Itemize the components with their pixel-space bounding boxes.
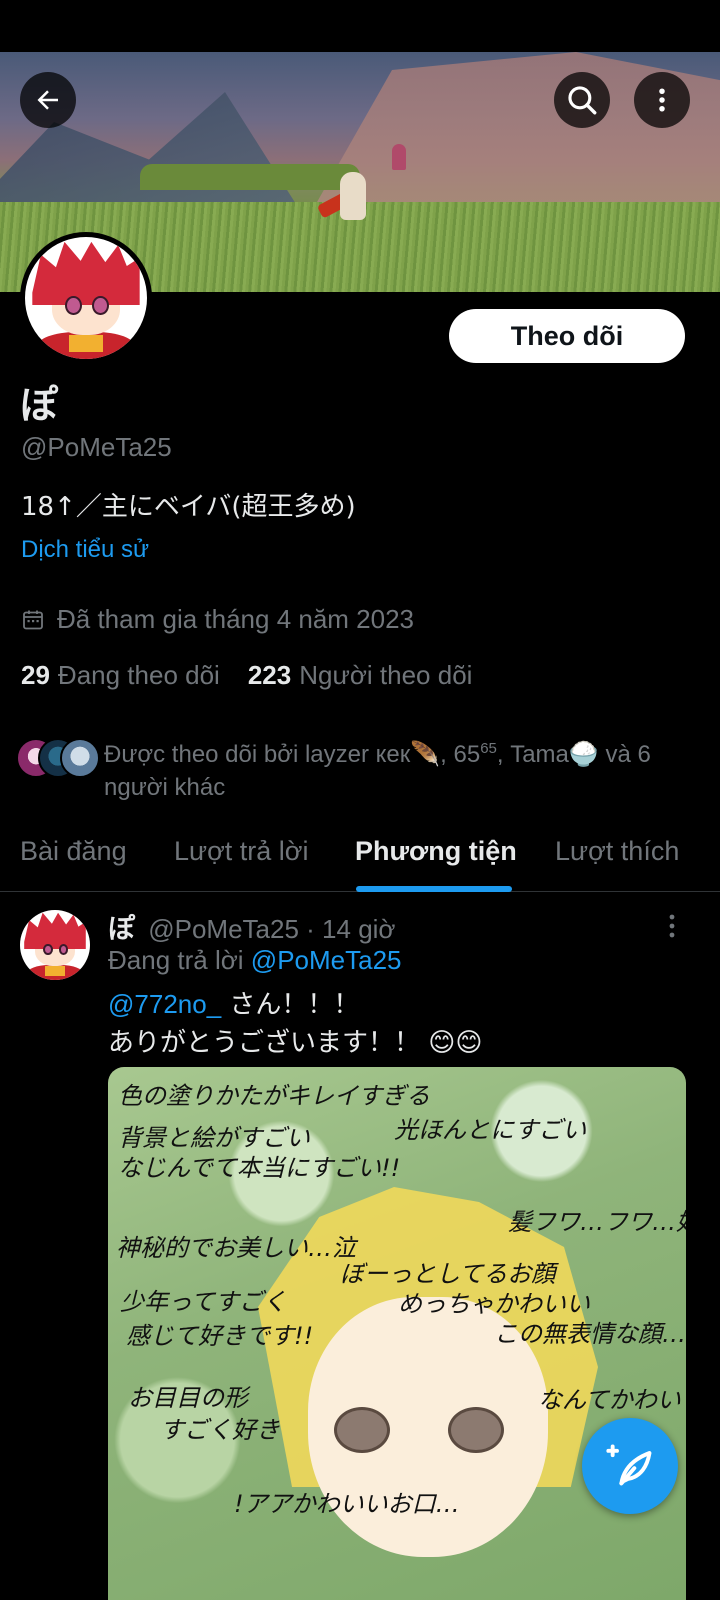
display-name: ぽ [20, 385, 59, 427]
media-note: 背景と絵がすごい [118, 1124, 310, 1152]
translate-bio-link[interactable]: Dịch tiểu sử [21, 536, 149, 564]
join-date: Đã tham gia tháng 4 năm 2023 [21, 604, 414, 635]
avatar-illustration [25, 237, 147, 359]
media-note: なんてかわいさ [538, 1386, 686, 1414]
status-bar [0, 0, 720, 52]
follower-avatar [60, 738, 100, 778]
post-body: @772no_ さん！！！ ありがとうございます！！ 😊😊 [108, 985, 482, 1062]
tab-likes[interactable]: Lượt thích [555, 836, 679, 867]
media-note: なじんでて本当にすごい!! [118, 1154, 401, 1182]
media-eye [334, 1407, 390, 1453]
search-button[interactable] [554, 72, 610, 128]
post-line-1: さん！！！ [221, 990, 360, 1020]
media-note: 感じて好きです!! [126, 1322, 314, 1350]
post-header: ぽ @PoMeTa25 · 14 giờ [108, 907, 395, 946]
following-stat[interactable]: 29 Đang theo dõi [21, 660, 220, 691]
follow-stats: 29 Đang theo dõi 223 Người theo dõi [21, 660, 472, 691]
profile-tabs: Bài đăng Lượt trả lời Phương tiện Lượt t… [0, 826, 720, 892]
back-button[interactable] [20, 72, 76, 128]
media-note: この無表情な顔…っ!! [494, 1320, 686, 1348]
replying-to-mention[interactable]: @PoMeTa25 [251, 945, 402, 975]
media-note: !アアかわいいお口… [234, 1490, 460, 1518]
tab-media[interactable]: Phương tiện [355, 836, 517, 867]
media-eye [448, 1407, 504, 1453]
replying-prefix: Đang trả lời [108, 945, 244, 975]
banner-ridge [140, 164, 360, 190]
followers-label: Người theo dõi [299, 660, 473, 690]
active-tab-indicator [356, 886, 512, 892]
calendar-icon [23, 610, 43, 629]
following-count: 29 [21, 660, 50, 690]
banner-figure [340, 172, 366, 220]
follow-button[interactable]: Theo dõi [449, 309, 685, 363]
media-note: 神秘的でお美しい…泣 [116, 1234, 356, 1262]
media-note: 少年ってすごく [120, 1288, 287, 1316]
followers-count: 223 [247, 660, 292, 690]
post-line-2: ありがとうございます！！ 😊😊 [108, 1028, 483, 1058]
post-mention[interactable]: @772no_ [108, 989, 221, 1019]
followed-by-prefix: Được theo dõi bởi layzer кек🪶, 65 [104, 741, 481, 768]
followers-stat[interactable]: 223 Người theo dõi [248, 660, 473, 691]
following-label: Đang theo dõi [57, 660, 220, 690]
back-arrow-icon [37, 90, 58, 110]
media-note: 髪フワ…フワ…好 [508, 1208, 686, 1236]
post-media-image[interactable]: 色の塗りかたがキレイすぎる 背景と絵がすごい なじんでて本当にすごい!! 光ほん… [108, 1067, 686, 1600]
avatar-illustration [20, 910, 90, 980]
more-vertical-icon [659, 88, 665, 112]
join-date-text: Đã tham gia tháng 4 năm 2023 [57, 604, 415, 634]
banner-figure-distant [392, 144, 406, 170]
followed-by-superscript: 65 [480, 740, 497, 757]
post-more-icon[interactable] [660, 911, 684, 941]
media-note: めっちゃかわいい [398, 1290, 590, 1318]
post-author-avatar[interactable] [20, 910, 90, 980]
profile-avatar[interactable] [20, 232, 152, 364]
search-icon [568, 86, 597, 115]
post-author-name[interactable]: ぽ [108, 914, 135, 944]
followed-by[interactable]: Được theo dõi bởi layzer кек🪶, 6565, Tam… [16, 732, 706, 804]
profile-handle: @PoMeTa25 [21, 432, 172, 462]
follower-avatars [16, 738, 100, 782]
post-author-handle[interactable]: @PoMeTa25 [148, 914, 299, 944]
tab-posts[interactable]: Bài đăng [20, 836, 127, 867]
more-options-button[interactable] [634, 72, 690, 128]
media-note: すごく好き [160, 1416, 280, 1444]
followed-by-text: Được theo dõi bởi layzer кек🪶, 6565, Tam… [104, 732, 706, 804]
media-note: 色の塗りかたがキレイすぎる [118, 1082, 430, 1110]
post-time: · 14 giờ [306, 914, 396, 944]
media-note: お目目の形 [128, 1384, 248, 1412]
replying-to: Đang trả lời @PoMeTa25 [108, 945, 402, 976]
compose-post-icon [606, 1444, 652, 1486]
media-note: 光ほんとにすごい [394, 1116, 587, 1144]
profile-bio: 18↑／主にベイバ(超王多め) [21, 492, 356, 522]
compose-post-button[interactable] [582, 1418, 678, 1514]
media-note: ぼーっとしてるお顔 [340, 1260, 556, 1288]
tab-replies[interactable]: Lượt trả lời [174, 836, 309, 867]
